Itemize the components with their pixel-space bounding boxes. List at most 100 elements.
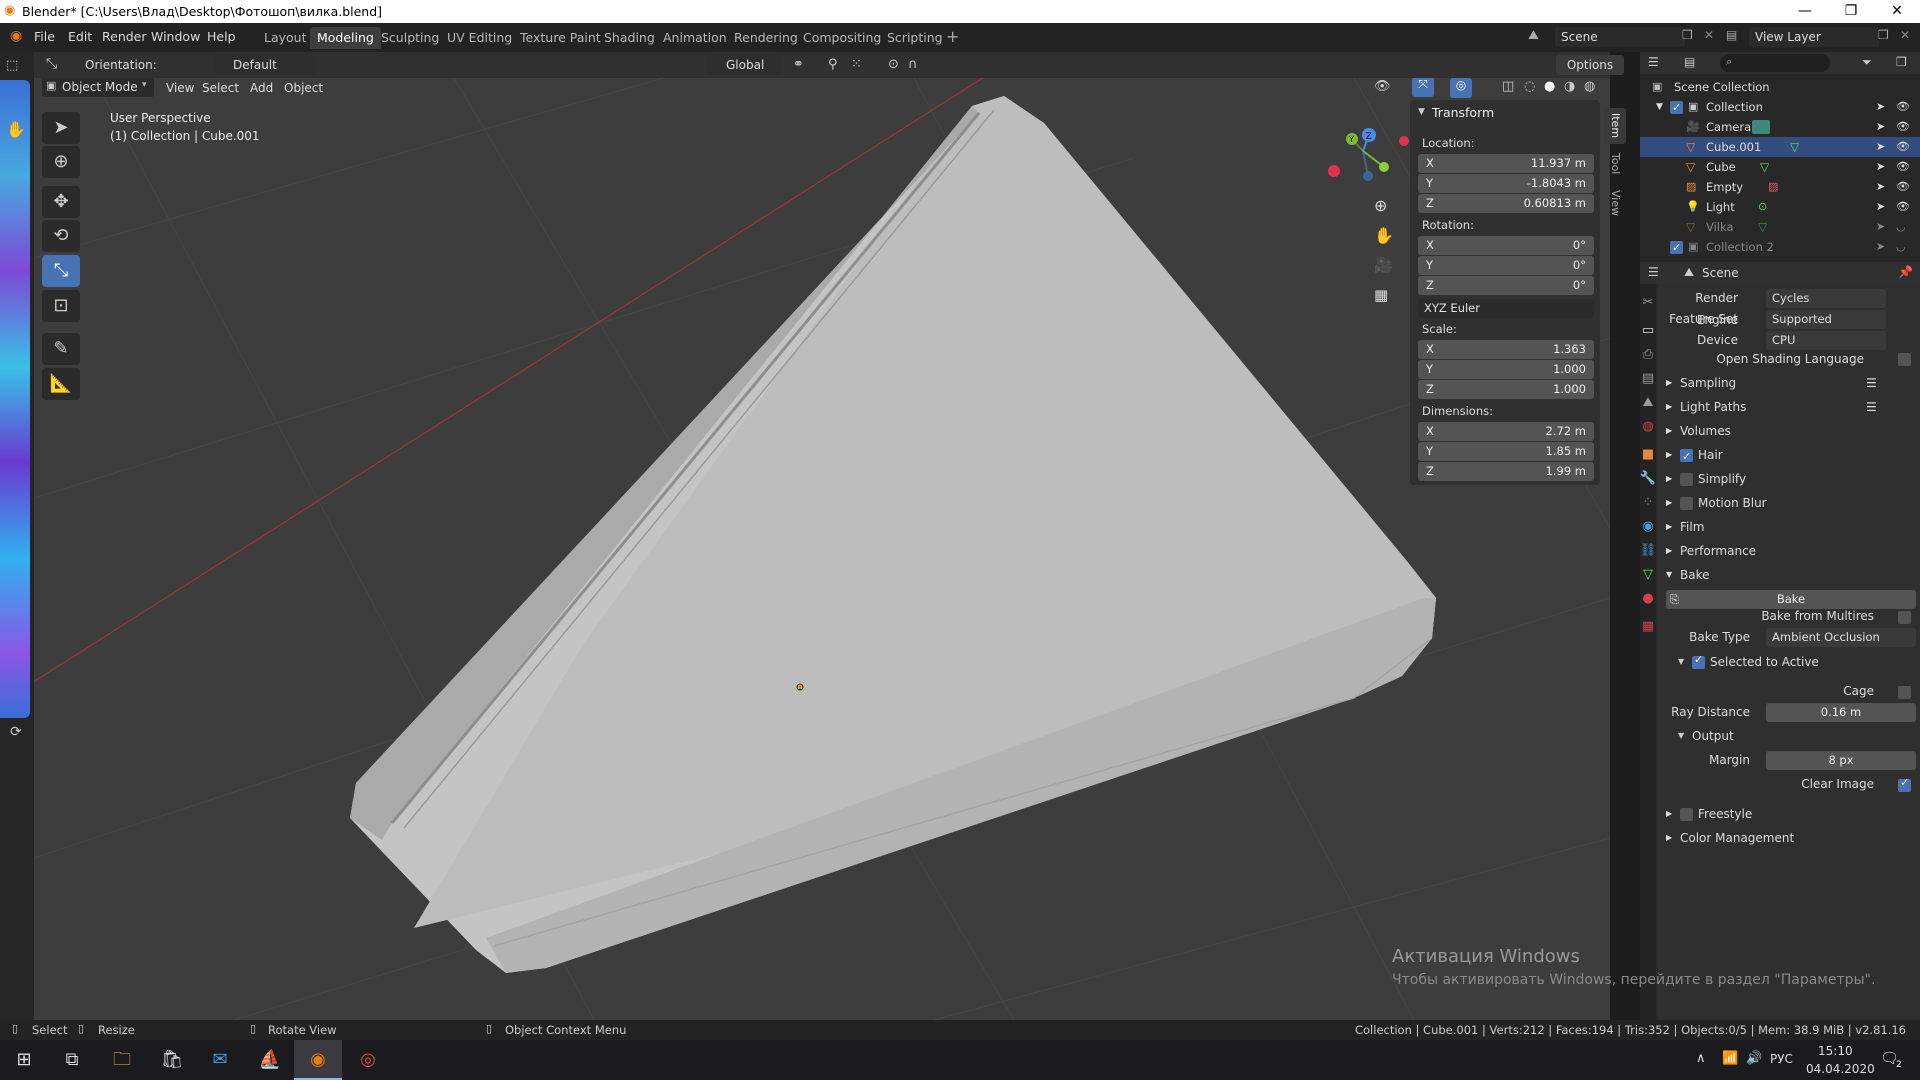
panel-light-paths[interactable]: ▶ Light Paths ☰ bbox=[1658, 396, 1920, 418]
tab-rendering[interactable]: Rendering bbox=[727, 27, 805, 49]
3d-viewport[interactable]: User Perspective (1) Collection | Cube.0… bbox=[34, 78, 1610, 1020]
panel-collapse-icon[interactable]: ▼ bbox=[1418, 107, 1425, 117]
close-icon[interactable]: ✕ bbox=[1874, 0, 1920, 23]
object-mode-dropdown[interactable]: ▣ Object Mode ▾ bbox=[42, 78, 154, 97]
scale-y-field[interactable]: Y 1.000 bbox=[1418, 360, 1594, 379]
proportional-edit-icon[interactable]: ⊙ bbox=[888, 57, 899, 72]
overlay-toggle-icon[interactable]: ◎ bbox=[1450, 78, 1472, 98]
tab-sculpting[interactable]: Sculpting bbox=[374, 27, 446, 49]
output-tab-icon[interactable]: ⎙ bbox=[1637, 344, 1659, 366]
panel-volumes[interactable]: ▶ Volumes bbox=[1658, 420, 1920, 442]
blender-taskbar-icon[interactable]: ◉ bbox=[294, 1040, 342, 1080]
render-engine-dropdown[interactable]: Cycles bbox=[1766, 289, 1886, 308]
world-tab-icon[interactable]: ◍ bbox=[1637, 416, 1659, 438]
menu-render[interactable]: Render bbox=[102, 29, 147, 44]
maximize-icon[interactable]: ❐ bbox=[1828, 0, 1874, 23]
eye-icon[interactable]: 👁 bbox=[1896, 157, 1910, 177]
tab-shading[interactable]: Shading bbox=[597, 27, 662, 49]
outliner-item-vilka[interactable]: ▽ Vilka ▽ ➤ ◡ bbox=[1640, 217, 1920, 237]
material-shading-icon[interactable]: ◑ bbox=[1564, 79, 1575, 94]
filter-icon[interactable]: ⏷ bbox=[1862, 55, 1872, 70]
display-mode-icon[interactable]: ▤ bbox=[1684, 55, 1695, 69]
pin-icon[interactable]: 📌 bbox=[1898, 265, 1913, 279]
collection-checkbox[interactable] bbox=[1670, 98, 1683, 118]
tab-texture-paint[interactable]: Texture Paint bbox=[513, 27, 608, 49]
hair-checkbox[interactable] bbox=[1680, 446, 1693, 468]
menu-window[interactable]: Window bbox=[151, 29, 200, 44]
tab-uv-editing[interactable]: UV Editing bbox=[440, 27, 519, 49]
refresh-icon[interactable]: ⟳ bbox=[10, 724, 22, 740]
visibility-icon[interactable]: 👁 bbox=[1374, 79, 1391, 94]
scene-tab-icon[interactable]: ⛰ bbox=[1637, 392, 1659, 414]
camera-view-icon[interactable]: 🎥 bbox=[1374, 256, 1393, 274]
selectable-arrow-icon[interactable]: ➤ bbox=[1876, 97, 1885, 117]
selectable-arrow-icon[interactable]: ➤ bbox=[1876, 237, 1885, 257]
location-z-field[interactable]: Z 0.60813 m bbox=[1418, 194, 1594, 213]
motion-blur-checkbox[interactable] bbox=[1680, 497, 1693, 510]
selected-to-active-checkbox[interactable] bbox=[1692, 653, 1705, 669]
eye-icon[interactable]: 👁 bbox=[1896, 177, 1910, 197]
transform-tool[interactable]: ⊡ bbox=[42, 290, 80, 322]
wireframe-shading-icon[interactable]: ◌ bbox=[1524, 79, 1535, 94]
outliner-search-input[interactable] bbox=[1720, 54, 1830, 72]
viewport-menu-select[interactable]: Select bbox=[202, 81, 239, 95]
viewport-menu-object[interactable]: Object bbox=[284, 81, 323, 95]
wifi-icon[interactable]: 📶 bbox=[1722, 1051, 1738, 1066]
bake-type-dropdown[interactable]: Ambient Occlusion bbox=[1766, 628, 1916, 647]
rendered-shading-icon[interactable]: ◍ bbox=[1584, 79, 1595, 94]
dimensions-x-field[interactable]: X 2.72 m bbox=[1418, 422, 1594, 441]
chrome-icon[interactable]: ◎ bbox=[344, 1040, 392, 1080]
annotate-tool[interactable]: ✎ bbox=[42, 333, 80, 365]
store-icon[interactable]: 🛍 bbox=[148, 1040, 196, 1080]
texture-tab-icon[interactable]: ▦ bbox=[1637, 616, 1659, 638]
menu-edit[interactable]: Edit bbox=[68, 29, 92, 44]
minimize-icon[interactable]: — bbox=[1782, 0, 1828, 23]
presets-icon[interactable]: ☰ bbox=[1866, 372, 1877, 394]
hand-icon-left[interactable]: ✋ bbox=[6, 120, 26, 139]
snap-target-icon[interactable]: ⁙ bbox=[851, 57, 862, 72]
app-icon[interactable]: ⛵ bbox=[246, 1040, 294, 1080]
tab-scripting[interactable]: Scripting bbox=[880, 27, 950, 49]
location-y-field[interactable]: Y -1.8043 m bbox=[1418, 174, 1594, 193]
margin-field[interactable]: 8 px bbox=[1766, 751, 1916, 770]
outliner-item-collection-2[interactable]: ▣Collection 2➤◡ bbox=[1640, 237, 1920, 258]
falloff-icon[interactable]: ∩ bbox=[908, 57, 918, 72]
volume-icon[interactable]: 🔊 bbox=[1746, 1051, 1762, 1066]
eye-icon[interactable]: 👁 bbox=[1896, 137, 1910, 157]
select-box-tool[interactable]: ➤ bbox=[42, 112, 80, 144]
pan-hand-icon[interactable]: ✋ bbox=[1374, 226, 1394, 245]
tab-compositing[interactable]: Compositing bbox=[796, 27, 888, 49]
rotation-y-field[interactable]: Y 0° bbox=[1418, 256, 1594, 275]
xray-icon[interactable]: ◫ bbox=[1502, 79, 1514, 94]
selectable-arrow-icon[interactable]: ➤ bbox=[1876, 157, 1885, 177]
selectable-arrow-icon[interactable]: ➤ bbox=[1876, 117, 1885, 137]
outliner-item-camera[interactable]: 🎥 Camera ➤ 👁 bbox=[1640, 117, 1920, 137]
delete-view-layer-icon[interactable]: ✕ bbox=[1900, 28, 1910, 42]
panel-bake[interactable]: ▼ Bake bbox=[1658, 564, 1920, 586]
blender-menu-icon[interactable]: ◉ bbox=[10, 28, 22, 44]
selectable-arrow-icon[interactable]: ➤ bbox=[1876, 137, 1885, 157]
outliner-item-cube001[interactable]: ▽ Cube.001 ▽ ➤ 👁 bbox=[1640, 137, 1920, 157]
freestyle-checkbox[interactable] bbox=[1680, 808, 1693, 821]
tool-tab-icon[interactable]: ✂ bbox=[1637, 292, 1659, 314]
scale-tool[interactable]: ⤡ bbox=[42, 255, 80, 287]
panel-sampling[interactable]: ▶ Sampling ☰ bbox=[1658, 372, 1920, 394]
eye-icon[interactable]: 👁 bbox=[1896, 97, 1910, 117]
hidden-eye-icon[interactable]: ◡ bbox=[1896, 217, 1906, 237]
panel-hair[interactable]: ▶Hair bbox=[1658, 444, 1920, 468]
osl-checkbox[interactable] bbox=[1898, 353, 1911, 366]
data-tab-icon[interactable]: ▽ bbox=[1637, 564, 1659, 586]
tab-animation[interactable]: Animation bbox=[656, 27, 734, 49]
new-collection-icon[interactable]: ❐ bbox=[1896, 55, 1907, 69]
rotate-tool[interactable]: ⟲ bbox=[42, 220, 80, 252]
solid-shading-icon[interactable]: ● bbox=[1544, 79, 1555, 94]
add-workspace-icon[interactable]: + bbox=[946, 27, 959, 46]
outliner-editor-icon[interactable]: ☰ bbox=[1648, 55, 1659, 69]
cage-checkbox[interactable] bbox=[1898, 686, 1911, 699]
clock-date[interactable]: 04.04.2020 bbox=[1806, 1062, 1875, 1076]
pivot-point-icon[interactable]: ⚭ bbox=[793, 57, 804, 72]
windows-start-icon[interactable]: ⊞ bbox=[0, 1040, 48, 1080]
rotation-x-field[interactable]: X 0° bbox=[1418, 236, 1594, 255]
tray-chevron-icon[interactable]: ∧ bbox=[1696, 1051, 1706, 1066]
orientation-dropdown[interactable]: Default bbox=[215, 55, 315, 75]
